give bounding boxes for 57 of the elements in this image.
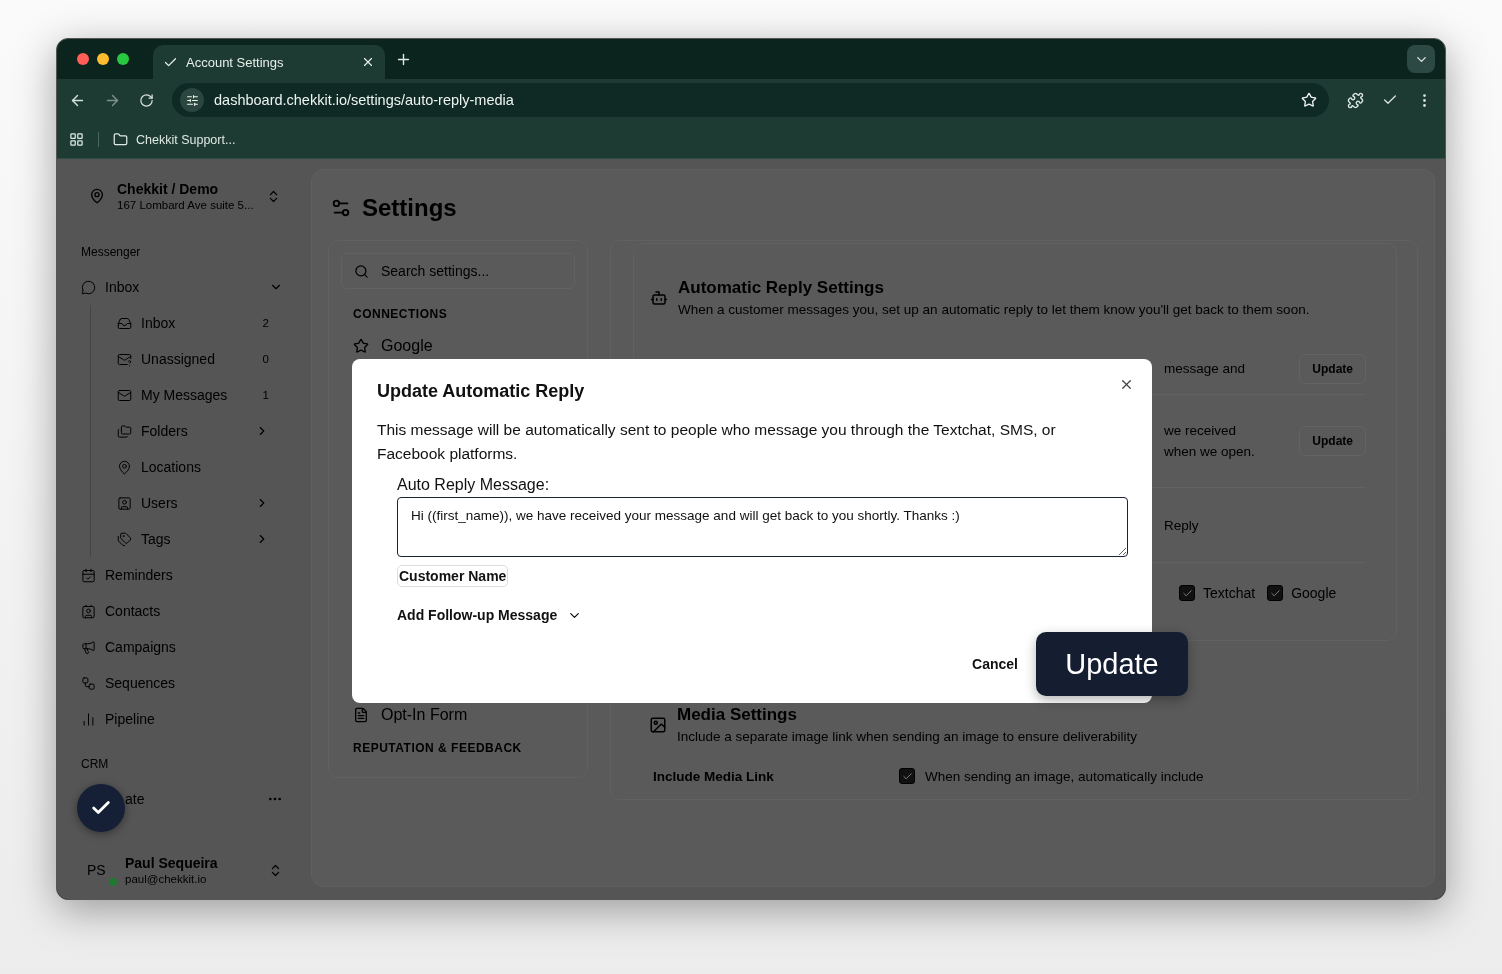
section-label: Messenger	[81, 245, 142, 259]
search-field[interactable]: Search settings...	[341, 253, 575, 289]
org-name: Chekkit / Demo	[117, 181, 220, 197]
field-label: Auto Reply Message:	[397, 476, 550, 494]
row-description: Reply	[1164, 517, 1200, 533]
sidebar-item[interactable]: Contacts	[81, 593, 289, 629]
item-count: 1	[262, 389, 269, 401]
option-description: When sending an image, automatically include	[925, 768, 1204, 784]
row-description: when we open.	[1164, 444, 1256, 459]
update-button[interactable]: Update	[1299, 426, 1366, 456]
cancel-button[interactable]: Cancel	[966, 655, 1024, 673]
checkbox-label: Google	[1291, 585, 1337, 601]
sidebar-item[interactable]: Folders	[91, 413, 289, 449]
browser-tab[interactable]: Account Settings	[153, 45, 385, 79]
nav-item[interactable]: Google	[341, 337, 575, 355]
row-description: we received	[1164, 423, 1238, 438]
sidebar-item[interactable]: Reminders	[81, 557, 289, 593]
dialog-text: This message will be automatically sent to people who message you through the Textchat, SMS, or Facebook platforms.	[377, 420, 1057, 464]
sidebar-item[interactable]: Locations	[91, 449, 289, 485]
item-count: 0	[262, 353, 269, 365]
org-address: 167 Lombard Ave suite 5...	[117, 199, 254, 211]
page-title: Settings	[362, 194, 457, 222]
section-description: When a customer messages you, set up an automatic reply to let them know you'll get back to them soon.	[678, 302, 1310, 317]
section-description: Include a separate image link when sending an image to ensure deliverability	[677, 729, 1138, 744]
section-title: Media Settings	[677, 705, 798, 725]
update-button[interactable]: Update	[1036, 632, 1188, 696]
user-initials: PS	[87, 862, 113, 878]
checkbox-label: Textchat	[1203, 585, 1256, 601]
sidebar-item[interactable]: Tags	[91, 521, 289, 557]
nav-heading: CONNECTIONS	[352, 307, 449, 321]
section-label: CRM	[81, 757, 110, 771]
sidebar-item[interactable]: Inbox	[81, 269, 289, 305]
user-name: Paul Sequeira	[125, 855, 219, 871]
sidebar-item[interactable]: Unassigned 0	[91, 341, 289, 377]
address-bar[interactable]: dashboard.chekkit.io/settings/auto-reply-media	[172, 83, 1329, 117]
sidebar-item[interactable]: Sequences	[81, 665, 289, 701]
user-switcher[interactable]: PS Paul Sequeira paul@chekkit.io	[81, 855, 289, 885]
dialog-title: Update Automatic Reply	[377, 381, 586, 402]
section-title: Automatic Reply Settings	[678, 278, 885, 298]
variable-chip[interactable]: Customer Name	[397, 565, 509, 587]
user-email: paul@chekkit.io	[125, 873, 208, 885]
sidebar-item[interactable]: Pipeline	[81, 701, 289, 737]
nav-item[interactable]: Opt-In Form	[341, 706, 575, 724]
sidebar-item[interactable]: My Messages 1	[91, 377, 289, 413]
message-field[interactable]: Hi ((first_name)), we have received your message and will get back to you shortly. Thanks :)	[397, 497, 1128, 557]
bookmark-link[interactable]: Chekkit Support...	[98, 132, 236, 147]
follow-up-toggle[interactable]: Add Follow-up Message	[397, 607, 583, 623]
row-description: message and	[1164, 361, 1247, 376]
sidebar-item[interactable]: Users	[91, 485, 289, 521]
item-count: 2	[262, 317, 269, 329]
sidebar-item[interactable]: Campaigns	[81, 629, 289, 665]
option-label: Include Media Link	[653, 768, 775, 784]
update-button[interactable]: Update	[1299, 353, 1366, 384]
sidebar-item[interactable]: Inbox 2	[91, 305, 289, 341]
org-switcher[interactable]: Chekkit / Demo 167 Lombard Ave suite 5...	[81, 173, 289, 219]
nav-heading: REPUTATION & FEEDBACK	[352, 741, 523, 755]
sidebar-item[interactable]: ate	[125, 781, 289, 817]
